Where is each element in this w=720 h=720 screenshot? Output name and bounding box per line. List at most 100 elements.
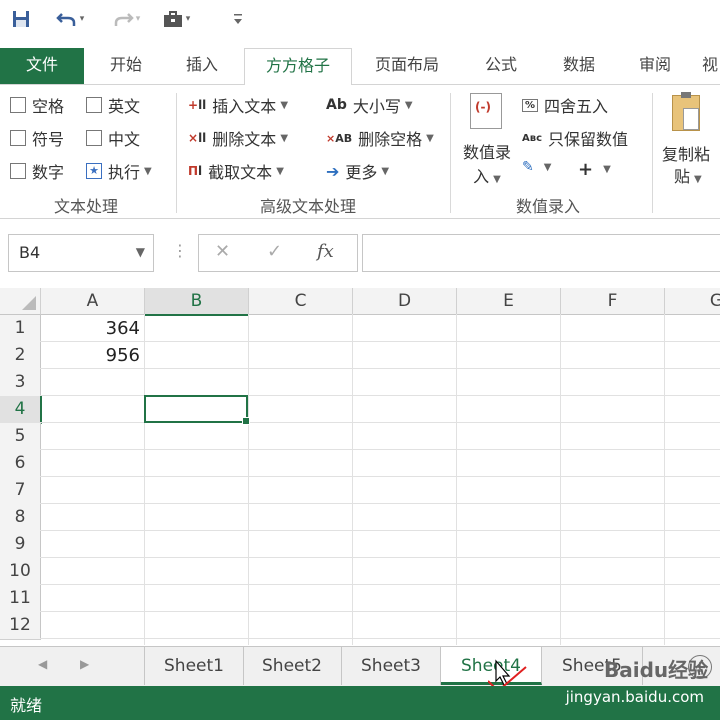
column-header-a[interactable]: A [41, 288, 145, 315]
checkbox-icon [10, 97, 26, 113]
row-header[interactable]: 1 [0, 315, 41, 343]
row-header[interactable]: 2 [0, 342, 41, 370]
chevron-down-icon: ▼ [381, 165, 390, 177]
row-header[interactable]: 10 [0, 558, 41, 586]
checkbox-space[interactable]: 空格 [10, 93, 64, 117]
column-header-g[interactable]: G [665, 288, 720, 315]
undo-icon[interactable]: ▾ [50, 6, 90, 32]
number-entry-label-2: 入 ▼ [458, 163, 516, 187]
more-button[interactable]: ➔ 更多 ▼ [326, 159, 389, 183]
round-button[interactable]: % 四舍五入 [522, 93, 608, 117]
delete-space-button[interactable]: ×AB 删除空格 ▼ [326, 126, 434, 150]
briefcase-icon[interactable]: ▾ [154, 6, 198, 32]
chevron-down-icon[interactable]: ▼ [136, 245, 145, 259]
gridline [40, 611, 720, 612]
edit-dropdown[interactable]: ✎ ▼ [522, 159, 551, 175]
checkbox-chinese-label: 中文 [108, 130, 141, 149]
number-entry-icon: (-) [470, 93, 502, 129]
tab-fangfangegezi[interactable]: 方方格子 [244, 48, 352, 86]
scroll-left-icon[interactable]: ◀ [38, 657, 47, 671]
gridline [40, 584, 720, 585]
row-header[interactable]: 9 [0, 531, 41, 559]
worksheet-grid[interactable]: A B C D E F G 1 2 3 4 5 6 7 8 9 10 11 12… [0, 288, 720, 645]
checkbox-chinese[interactable]: 中文 [86, 126, 140, 150]
more-label: 更多 [345, 163, 378, 182]
tab-home[interactable]: 开始 [94, 48, 158, 84]
gridline [40, 422, 720, 423]
sheet-tab-sheet1[interactable]: Sheet1 [144, 647, 244, 685]
row-header[interactable]: 3 [0, 369, 41, 397]
row-header[interactable]: 5 [0, 423, 41, 451]
customize-qat-icon[interactable] [228, 6, 248, 32]
delete-text-button[interactable]: ×ll 删除文本 ▼ [188, 126, 288, 150]
formula-input[interactable] [362, 234, 720, 272]
save-icon[interactable] [8, 6, 34, 32]
case-button[interactable]: Ab 大小写 ▼ [326, 93, 413, 117]
row-header[interactable]: 12 [0, 612, 41, 640]
plus-dropdown[interactable]: + ▼ [578, 159, 611, 180]
column-header-f[interactable]: F [561, 288, 665, 315]
cell-a2[interactable]: 956 [41, 342, 144, 369]
group-label-number-entry: 数值录入 [516, 197, 581, 216]
checkbox-number[interactable]: 数字 [10, 159, 64, 183]
ribbon-panel: 空格 英文 符号 中文 数字 ★ 执行 ▼ 文本处理 +ll 插入文本 ▼ ×ll 删除文… [0, 85, 720, 219]
cancel-icon[interactable]: ✕ [215, 241, 230, 262]
tab-data[interactable]: 数据 [548, 48, 610, 84]
insert-text-button[interactable]: +ll 插入文本 ▼ [188, 93, 288, 117]
gridline [664, 314, 665, 645]
insert-function-icon[interactable]: fx [317, 241, 334, 262]
group-divider [450, 93, 451, 213]
name-box[interactable]: B4 ▼ [8, 234, 154, 272]
execute-button[interactable]: ★ 执行 ▼ [86, 159, 152, 183]
gridline [144, 314, 145, 645]
ribbon-tabs: 文件 开始 插入 方方格子 页面布局 公式 数据 审阅 视 [0, 48, 720, 86]
active-cell-b4[interactable] [144, 395, 250, 425]
select-all-corner[interactable] [0, 288, 41, 315]
redo-icon[interactable]: ▾ [106, 6, 146, 32]
scroll-right-icon[interactable]: ▶ [80, 657, 89, 671]
tab-view[interactable]: 视 [700, 48, 720, 84]
insert-text-icon: +ll [188, 98, 207, 112]
chevron-down-icon: ▼ [694, 174, 702, 185]
tab-formulas[interactable]: 公式 [470, 48, 532, 84]
row-header[interactable]: 6 [0, 450, 41, 478]
checkbox-icon [10, 130, 26, 146]
column-header-d[interactable]: D [353, 288, 457, 315]
chevron-down-icon: ▼ [543, 161, 552, 173]
insert-text-label: 插入文本 [212, 97, 277, 116]
extract-text-button[interactable]: Πl 截取文本 ▼ [188, 159, 284, 183]
checkbox-icon [86, 97, 102, 113]
column-header-e[interactable]: E [457, 288, 561, 315]
tab-page-layout[interactable]: 页面布局 [362, 48, 452, 84]
fill-handle[interactable] [242, 417, 250, 425]
column-header-b[interactable]: B [145, 288, 249, 316]
execute-label: 执行 [108, 163, 141, 182]
number-entry-label: 数值录 [462, 143, 511, 162]
tab-review[interactable]: 审阅 [624, 48, 686, 84]
checkbox-symbol-label: 符号 [32, 130, 65, 149]
row-header[interactable]: 8 [0, 504, 41, 532]
sheet-tab-sheet3[interactable]: Sheet3 [342, 647, 441, 685]
round-label: 四舍五入 [544, 97, 609, 116]
name-box-value: B4 [19, 243, 41, 262]
case-label: 大小写 [352, 97, 401, 116]
gridline [456, 314, 457, 645]
copy-paste-button[interactable]: 复制粘 贴 ▼ [658, 91, 720, 191]
checkbox-symbol[interactable]: 符号 [10, 126, 64, 150]
delete-text-label: 删除文本 [212, 130, 277, 149]
row-header[interactable]: 4 [0, 396, 42, 424]
quick-access-toolbar: ▾ ▾ ▾ [0, 0, 720, 40]
row-header[interactable]: 7 [0, 477, 41, 505]
row-header[interactable]: 11 [0, 585, 41, 613]
tab-file[interactable]: 文件 [0, 48, 84, 84]
cell-a1[interactable]: 364 [41, 315, 144, 342]
column-header-c[interactable]: C [249, 288, 353, 315]
checkbox-english[interactable]: 英文 [86, 93, 140, 117]
tab-insert[interactable]: 插入 [170, 48, 234, 84]
number-entry-button[interactable]: (-) 数值录 入 ▼ [458, 91, 516, 191]
group-divider [652, 93, 653, 213]
sheet-tab-sheet2[interactable]: Sheet2 [243, 647, 342, 685]
plus-icon: + [578, 159, 594, 180]
keep-values-button[interactable]: Aʙᴄ 只保留数值 [522, 126, 628, 150]
enter-icon[interactable]: ✓ [267, 241, 282, 262]
